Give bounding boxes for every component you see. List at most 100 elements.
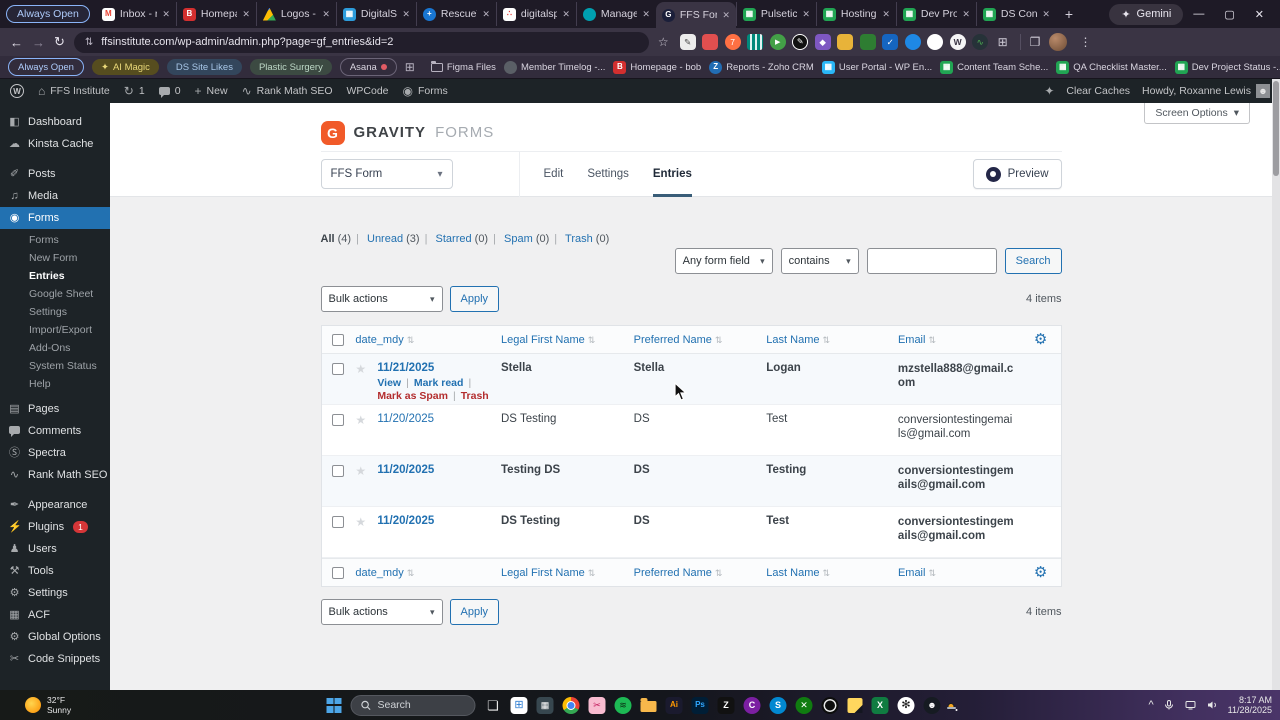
close-tab-icon[interactable]: ✕	[642, 9, 650, 20]
sidebar-item-comments[interactable]: Comments	[0, 420, 110, 442]
entry-date-link[interactable]: 11/20/2025	[377, 413, 434, 425]
submenu-settings[interactable]: Settings	[0, 303, 110, 321]
tab-homepage[interactable]: B Homepag ✕	[175, 2, 256, 26]
row-checkbox[interactable]	[332, 516, 345, 528]
microphone-icon[interactable]	[1163, 699, 1175, 711]
wand-extension-icon[interactable]: ✎	[679, 34, 696, 50]
sidebar-item-acf[interactable]: ▦ ACF	[0, 604, 110, 626]
adminbar-forms[interactable]: ◉ Forms	[403, 85, 448, 97]
bookmark-group-asana[interactable]: Asana	[339, 58, 397, 76]
filter-starred[interactable]: Starred	[436, 233, 472, 245]
file-explorer-icon[interactable]	[640, 698, 657, 712]
tab-ffs-form-active[interactable]: G FFS Form ✕	[655, 2, 736, 28]
row-checkbox[interactable]	[332, 465, 345, 477]
tab-dev-project[interactable]: ▦ Dev Proje ✕	[895, 2, 976, 26]
adminbar-new[interactable]: + New	[195, 85, 228, 97]
chrome-active-app[interactable]	[947, 703, 956, 710]
sidebar-item-users[interactable]: ♟ Users	[0, 538, 110, 560]
sidebar-item-spectra[interactable]: Ⓢ Spectra	[0, 442, 110, 464]
column-last-name[interactable]: Last Name ⇅	[766, 567, 898, 579]
bookmark-group-ds-site-likes[interactable]: DS Site Likes	[166, 59, 242, 75]
close-tab-icon[interactable]: ✕	[242, 9, 250, 20]
close-window-button[interactable]: ✕	[1245, 8, 1274, 21]
gemini-button[interactable]: ✦ Gemini	[1109, 3, 1184, 25]
address-bar[interactable]: ⇅ ffsinstitute.com/wp-admin/admin.php?pa…	[73, 31, 649, 53]
bookmark-star-icon[interactable]: ☆	[658, 35, 669, 49]
store-icon[interactable]: ⊞	[510, 696, 528, 714]
maximize-button[interactable]: ▢	[1214, 8, 1244, 21]
purple-extension-icon[interactable]: ◆	[814, 34, 831, 50]
illustrator-icon[interactable]: Ai	[665, 696, 683, 714]
submenu-help[interactable]: Help	[0, 375, 110, 393]
bookmark-group-always-open[interactable]: Always Open	[8, 58, 84, 76]
display-icon[interactable]	[1184, 699, 1197, 711]
tab-logos[interactable]: Logos - ... ✕	[255, 2, 336, 26]
close-tab-icon[interactable]: ✕	[322, 9, 330, 20]
close-tab-icon[interactable]: ✕	[802, 9, 810, 20]
close-tab-icon[interactable]: ✕	[402, 9, 410, 20]
adminbar-comments[interactable]: 0	[158, 85, 181, 98]
wordpress-logo-icon[interactable]: W	[10, 84, 24, 98]
star-icon[interactable]: ★	[355, 515, 377, 529]
tab-digitalsp[interactable]: ▦ DigitalSp ✕	[335, 2, 416, 26]
c-app-icon[interactable]: C	[743, 696, 761, 714]
submenu-import-export[interactable]: Import/Export	[0, 321, 110, 339]
close-tab-icon[interactable]: ✕	[882, 9, 890, 20]
extensions-puzzle-icon[interactable]: ⊞	[995, 34, 1011, 50]
form-switcher-dropdown[interactable]: FFS Form ▾	[320, 159, 453, 189]
column-legal-first-name[interactable]: Legal First Name ⇅	[501, 334, 634, 346]
tab-settings[interactable]: Settings	[587, 152, 629, 197]
excel-icon[interactable]: X	[871, 696, 889, 714]
star-icon[interactable]: ★	[355, 464, 377, 478]
bookmark-content-team[interactable]: ▦ Content Team Sche...	[940, 60, 1048, 74]
audio-app-icon[interactable]	[821, 696, 839, 714]
sidebar-item-posts[interactable]: ✐ Posts	[0, 163, 110, 185]
xbox-icon[interactable]: ✕	[795, 696, 813, 714]
s-app-icon[interactable]: S	[769, 696, 787, 714]
scrollbar-thumb[interactable]	[1273, 81, 1279, 176]
pencil-extension-icon[interactable]: ✎	[792, 34, 809, 50]
select-all-checkbox[interactable]	[332, 566, 345, 579]
bookmark-group-ai-magic[interactable]: ✦ AI Magic	[91, 59, 159, 75]
tab-hosting[interactable]: ▦ Hosting & ✕	[815, 2, 896, 26]
bulk-actions-select[interactable]: Bulk actions ▾	[320, 286, 443, 312]
tray-chevron-icon[interactable]: ^	[1148, 699, 1153, 711]
calculator-icon[interactable]: ▦	[536, 696, 554, 714]
select-all-checkbox[interactable]	[332, 333, 345, 346]
apps-grid-icon[interactable]: ⊞	[405, 60, 415, 74]
snipping-tool-icon[interactable]: ✂	[588, 696, 606, 714]
play-extension-icon[interactable]: ▶	[769, 34, 786, 50]
z-app-icon[interactable]: Z	[717, 696, 735, 714]
back-icon[interactable]: ←	[10, 35, 23, 50]
page-scrollbar[interactable]	[1272, 79, 1280, 690]
tab-managewp[interactable]: ManageW ✕	[575, 2, 656, 26]
taskbar-search[interactable]: Search	[350, 694, 476, 716]
column-last-name[interactable]: Last Name ⇅	[766, 334, 898, 346]
tab-ds-content[interactable]: ▦ DS Conte ✕	[975, 2, 1056, 26]
screen-options-button[interactable]: Screen Options ▾	[1144, 103, 1250, 124]
row-checkbox[interactable]	[332, 414, 345, 426]
side-panel-icon[interactable]: ❐	[1030, 35, 1041, 49]
browser-menu-icon[interactable]: ⋮	[1076, 35, 1094, 49]
task-view-icon[interactable]: ❏	[485, 697, 502, 714]
search-operator-select[interactable]: contains ▾	[780, 248, 859, 274]
leaf-extension-icon[interactable]: ∿	[972, 34, 989, 50]
bookmark-member-timelog[interactable]: Member Timelog -...	[503, 60, 605, 74]
column-preferred-name[interactable]: Preferred Name ⇅	[634, 567, 767, 579]
close-tab-icon[interactable]: ✕	[482, 9, 490, 20]
tab-entries[interactable]: Entries	[653, 152, 692, 197]
filter-trash[interactable]: Trash	[565, 233, 593, 245]
sidebar-item-media[interactable]: ♫ Media	[0, 185, 110, 207]
bars-extension-icon[interactable]	[747, 34, 764, 50]
entry-date-link[interactable]: 11/20/2025	[377, 515, 434, 527]
folder-extension-icon[interactable]	[837, 34, 854, 50]
entry-date-link[interactable]: 11/20/2025	[377, 464, 434, 476]
filter-unread[interactable]: Unread	[367, 233, 403, 245]
submenu-google-sheet[interactable]: Google Sheet	[0, 285, 110, 303]
filter-all[interactable]: All	[321, 233, 335, 245]
column-email[interactable]: Email ⇅	[898, 333, 1021, 347]
spotify-icon[interactable]: ≋	[614, 696, 632, 714]
reload-icon[interactable]: ↻	[54, 34, 65, 50]
adminbar-rank-math[interactable]: ∿ Rank Math SEO	[242, 85, 333, 97]
tab-rescuetime[interactable]: + RescueTi ✕	[415, 2, 496, 26]
